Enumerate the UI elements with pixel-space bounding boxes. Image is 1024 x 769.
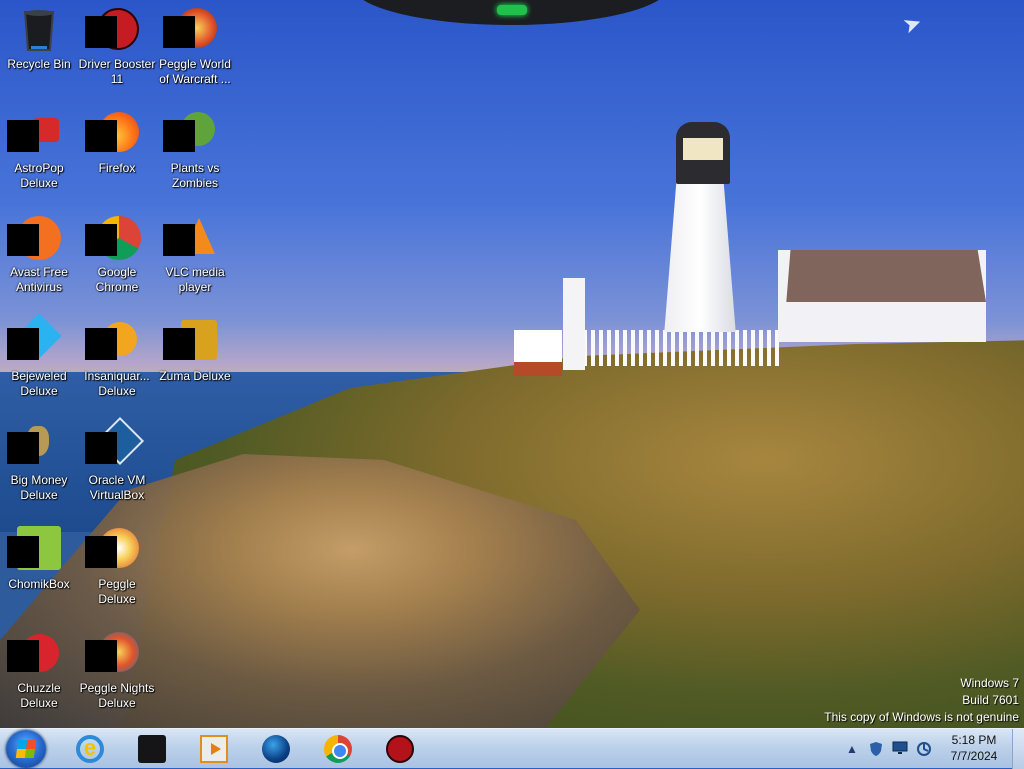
desktop-icon-chomikbox[interactable]: ChomikBox (0, 520, 78, 620)
wallpaper-shed (514, 330, 562, 376)
peggle-wow-icon (163, 6, 219, 54)
peggle-nights-icon (85, 630, 141, 678)
peggle-icon (85, 526, 141, 574)
desktop-icon-label: Driver Booster 11 (78, 57, 156, 86)
start-button[interactable] (6, 730, 46, 768)
desktop-icon-label: ChomikBox (8, 577, 70, 591)
taskbar: e ▲ 5:18 PM 7/7/2024 (0, 728, 1024, 769)
desktop-icon-label: Peggle Nights Deluxe (79, 681, 155, 710)
dark-app-icon (138, 735, 166, 763)
wallpaper-lamp-glass (683, 138, 723, 160)
chrome-icon (85, 214, 141, 262)
desktop-icon-zuma[interactable]: Zuma Deluxe (156, 312, 234, 412)
chomikbox-icon (7, 526, 63, 574)
wallpaper-chimney (563, 278, 585, 370)
desktop-icon-avast[interactable]: Avast Free Antivirus (0, 208, 78, 308)
desktop-icon-plants-vs-zombies[interactable]: Plants vs Zombies (156, 104, 234, 204)
desktop-icon-virtualbox[interactable]: Oracle VM VirtualBox (78, 416, 156, 516)
desktop-icon-label: Big Money Deluxe (10, 473, 68, 502)
taskbar-clock[interactable]: 5:18 PM 7/7/2024 (940, 732, 1008, 764)
chuzzle-icon (7, 630, 63, 678)
internet-explorer-icon: e (76, 735, 104, 763)
desktop-icon-label: Plants vs Zombies (170, 161, 220, 190)
recycle-bin-icon (15, 6, 63, 54)
desktop-icon-label: Peggle World of Warcraft ... (159, 57, 231, 86)
watermark-not-genuine: This copy of Windows is not genuine (824, 710, 1019, 724)
desktop-icon-bejeweled[interactable]: Bejeweled Deluxe (0, 312, 78, 412)
desktop-icon-astropop[interactable]: AstroPop Deluxe (0, 104, 78, 204)
desktop-icon-recycle-bin[interactable]: Recycle Bin (0, 0, 78, 100)
show-desktop-button[interactable] (1012, 729, 1024, 769)
taskbar-dark-app[interactable] (124, 731, 180, 767)
globe-icon (262, 735, 290, 763)
desktop-icon-label: Google Chrome (95, 265, 139, 294)
zuma-icon (163, 318, 219, 366)
driver-booster-icon (85, 6, 141, 54)
clock-time: 5:18 PM (951, 733, 997, 747)
desktop-icon-peggle-wow[interactable]: Peggle World of Warcraft ... (156, 0, 234, 100)
desktop-icon-label: Insaniquar... Deluxe (84, 369, 150, 398)
desktop-icon-label: Peggle Deluxe (98, 577, 136, 606)
taskbar-media-player[interactable] (186, 731, 242, 767)
insaniquarium-icon (85, 318, 141, 366)
desktop-icon-peggle[interactable]: Peggle Deluxe (78, 520, 156, 620)
watermark-build: Build 7601 (962, 693, 1019, 707)
virtualbox-icon (85, 416, 145, 470)
desktop-icon-label: VLC media player (165, 265, 225, 294)
desktop-icon-label: AstroPop Deluxe (14, 161, 64, 190)
shield-icon[interactable] (868, 741, 884, 757)
desktop-icon-driver-booster[interactable]: Driver Booster 11 (78, 0, 156, 100)
desktop-icon-vlc[interactable]: VLC media player (156, 208, 234, 308)
wallpaper-roof (786, 250, 986, 302)
taskbar-globe-app[interactable] (248, 731, 304, 767)
firefox-icon (85, 110, 141, 158)
desktop-icon-big-money[interactable]: Big Money Deluxe (0, 416, 78, 516)
taskbar-driver-booster[interactable] (372, 731, 428, 767)
desktop-icon-label: Avast Free Antivirus (10, 265, 68, 294)
desktop-icon-label: Chuzzle Deluxe (17, 681, 61, 710)
desktop-icon-label: Firefox (98, 161, 136, 175)
chrome-icon (324, 735, 352, 763)
clock-date: 7/7/2024 (950, 749, 998, 763)
bejeweled-icon (7, 313, 63, 366)
desktop-icon-insaniquarium[interactable]: Insaniquar... Deluxe (78, 312, 156, 412)
desktop-icon-google-chrome[interactable]: Google Chrome (78, 208, 156, 308)
taskbar-google-chrome[interactable] (310, 731, 366, 767)
watermark-os: Windows 7 (960, 676, 1019, 690)
driver-booster-icon (386, 735, 414, 763)
big-money-icon (7, 422, 63, 470)
windows-watermark: Windows 7 Build 7601 This copy of Window… (824, 675, 1019, 726)
vlc-icon (163, 214, 219, 262)
desktop-icon-label: Zuma Deluxe (159, 369, 231, 383)
wallpaper-fence (583, 330, 783, 366)
desktop-icon-peggle-nights[interactable]: Peggle Nights Deluxe (78, 624, 156, 724)
network-icon[interactable] (916, 741, 932, 757)
desktop-icon-label: Bejeweled Deluxe (11, 369, 67, 398)
avast-icon (7, 214, 63, 262)
desktop-icon-label: Recycle Bin (7, 57, 71, 71)
taskbar-internet-explorer[interactable]: e (62, 731, 118, 767)
monitor-icon[interactable] (892, 741, 908, 757)
top-dock-indicator (497, 5, 527, 15)
desktop-icon-chuzzle[interactable]: Chuzzle Deluxe (0, 624, 78, 724)
media-player-icon (200, 735, 228, 763)
astropop-icon (7, 110, 63, 158)
plants-vs-zombies-icon (163, 110, 219, 158)
windows-start-icon (15, 740, 37, 758)
desktop-icon-label: Oracle VM VirtualBox (88, 473, 146, 502)
desktop-icon-firefox[interactable]: Firefox (78, 104, 156, 204)
show-hidden-icons-button[interactable]: ▲ (844, 741, 860, 757)
wallpaper-lighthouse (664, 180, 736, 332)
